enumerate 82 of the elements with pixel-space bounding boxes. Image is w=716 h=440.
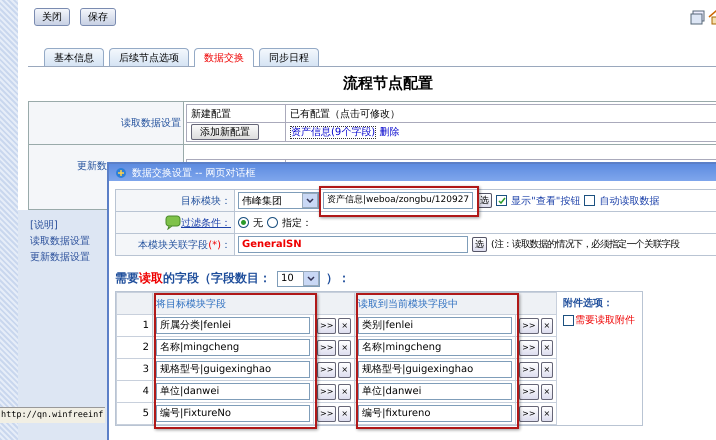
side-link[interactable]: [说明] <box>30 218 110 232</box>
clear-button[interactable]: × <box>540 362 554 378</box>
section-heading: 附件选项： <box>563 296 614 310</box>
clear-button[interactable]: × <box>540 340 554 356</box>
chevron-down-icon <box>307 276 315 281</box>
column-header: 读取到当前模块字段中 <box>358 298 458 310</box>
section-label: 读取数据设置 <box>121 118 181 129</box>
row-number: 2 <box>142 342 149 353</box>
move-button[interactable]: >> <box>317 384 336 400</box>
checkbox-label: 自动读取数据 <box>599 194 660 208</box>
toolbar-button[interactable]: 关闭 <box>34 8 70 26</box>
field-input[interactable]: 单位|danwei <box>358 383 512 400</box>
radio-button[interactable] <box>238 217 249 228</box>
link-field[interactable]: GeneralSN <box>238 236 468 253</box>
clear-button[interactable]: × <box>540 318 554 334</box>
checkbox[interactable] <box>584 195 596 206</box>
heading-end: ）： <box>326 270 350 287</box>
page-title: 流程节点配置 <box>342 74 434 93</box>
check-icon <box>498 197 506 204</box>
windows-icon <box>690 9 706 25</box>
tab[interactable]: 基本信息 <box>44 48 104 66</box>
count-dropdown[interactable]: 10 <box>277 270 320 286</box>
move-button[interactable]: >> <box>519 406 539 422</box>
clear-button[interactable]: × <box>338 340 352 356</box>
field-input[interactable]: 编号|FixtureNo <box>156 405 310 422</box>
move-button[interactable]: >> <box>519 384 539 400</box>
move-button[interactable]: >> <box>519 318 539 334</box>
move-button[interactable]: >> <box>519 362 539 378</box>
field-input[interactable]: 所属分类|fenlei <box>156 317 310 334</box>
row-number: 3 <box>142 364 149 375</box>
field-label: 本模块关联字段(*)： <box>138 240 231 250</box>
move-button[interactable]: >> <box>317 362 336 378</box>
clear-button[interactable]: × <box>540 406 554 422</box>
field-input[interactable]: 编号|fixtureno <box>358 405 512 422</box>
radio-label: 指定： <box>282 216 312 230</box>
field-label: 目标模块： <box>181 196 231 206</box>
clear-button[interactable]: × <box>338 318 352 334</box>
checkbox[interactable] <box>563 314 574 326</box>
row-number: 5 <box>142 408 149 419</box>
status-bar: http://qn.winfreeinf <box>0 407 105 423</box>
dialog-title: 数据交换设置 -- 网页对话框 <box>132 166 256 180</box>
checkbox[interactable] <box>496 195 508 206</box>
pick-button[interactable]: 选 <box>472 237 487 252</box>
module-field[interactable]: 资产信息|weboa/zongbu/120927 <box>323 192 474 209</box>
field-input[interactable]: 单位|danwei <box>156 383 310 400</box>
note-text: (注：读取数据的情况下，必须指定一个关联字段 <box>491 238 680 251</box>
field-input[interactable]: 类别|fenlei <box>358 317 512 334</box>
side-link[interactable]: 读取数据设置 <box>30 234 110 248</box>
clear-button[interactable]: × <box>338 362 352 378</box>
row-number: 4 <box>142 386 149 397</box>
speech-bubble-icon <box>165 215 181 230</box>
column-header: 已有配置（点击可修改） <box>290 108 400 120</box>
tab[interactable]: 后续节点选项 <box>109 48 189 66</box>
clear-button[interactable]: × <box>338 384 352 400</box>
checkbox-label: 显示"查看"按钮 <box>511 194 580 208</box>
field-input[interactable]: 名称|mingcheng <box>156 339 310 356</box>
field-input[interactable]: 名称|mingcheng <box>358 339 512 356</box>
column-header: 将目标模块字段 <box>156 298 226 310</box>
field-input[interactable]: 规格型号|guigexinghao <box>156 361 310 378</box>
config-link[interactable]: 资产信息(9个字段) <box>290 126 376 139</box>
move-button[interactable]: >> <box>317 318 336 334</box>
checkbox-label: 需要读取附件 <box>575 314 636 327</box>
toolbar-button[interactable]: 保存 <box>80 8 116 26</box>
tab[interactable]: 数据交换 <box>194 48 254 67</box>
chevron-down-icon <box>306 198 314 203</box>
move-button[interactable]: >> <box>317 340 336 356</box>
section-label: 更新数 <box>77 161 107 172</box>
section-heading: 需要读取的字段（字段数目： <box>115 270 271 287</box>
delete-link[interactable]: 删除 <box>379 127 400 138</box>
move-button[interactable]: >> <box>519 340 539 356</box>
group-dropdown[interactable]: 伟峰集团 <box>238 192 319 209</box>
side-link[interactable]: 更新数据设置 <box>30 250 110 264</box>
column-header: 新建配置 <box>191 108 231 120</box>
move-button[interactable]: >> <box>317 406 336 422</box>
radio-button[interactable] <box>267 217 278 228</box>
radio-label: 无 <box>253 216 263 230</box>
tab[interactable]: 同步日程 <box>259 48 319 66</box>
clear-button[interactable]: × <box>338 406 352 422</box>
add-config-button[interactable]: 添加新配置 <box>191 124 259 140</box>
field-input[interactable]: 规格型号|guigexinghao <box>358 361 512 378</box>
clear-button[interactable]: × <box>540 384 554 400</box>
row-number: 1 <box>142 320 149 331</box>
